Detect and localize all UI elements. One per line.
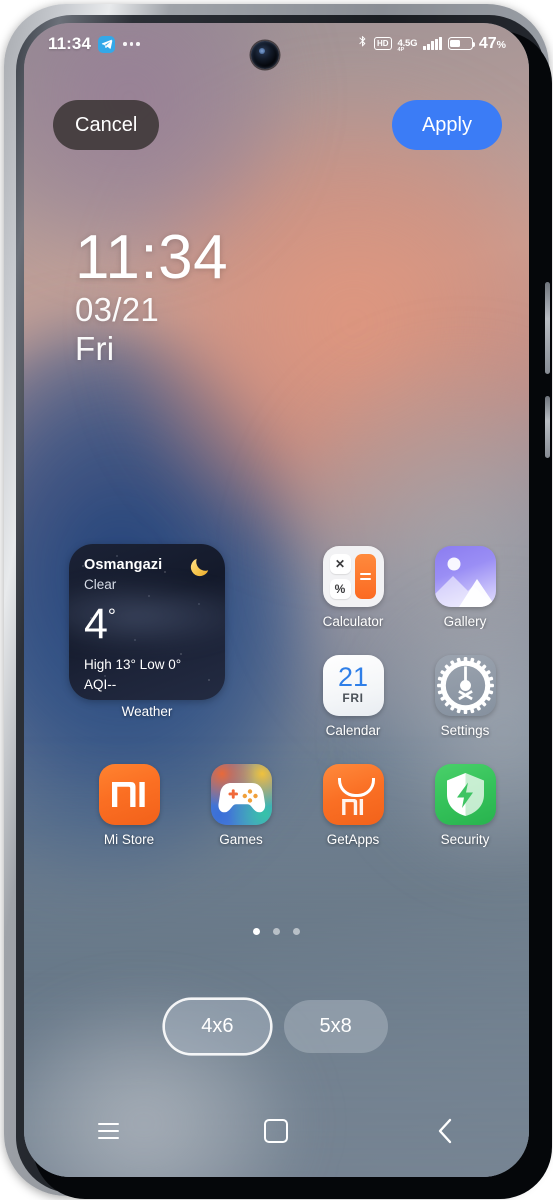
app-label: Mi Store — [103, 832, 155, 847]
phone-screen: 11:34 HD 4.5G 4P 47% Cancel Apply 11:34 … — [24, 23, 529, 1177]
gallery-icon — [434, 546, 496, 607]
weather-widget-label: Weather — [121, 704, 173, 719]
cancel-button[interactable]: Cancel — [53, 100, 160, 150]
app-label: Calculator — [322, 614, 384, 629]
home-square — [264, 1119, 289, 1143]
status-bar-clock: 11:34 — [48, 34, 92, 53]
percent-symbol: % — [496, 38, 506, 51]
battery-percent-label: 47% — [479, 35, 506, 53]
weather-city-label: Osmangazi — [84, 557, 163, 573]
calendar-day-name: FRI — [342, 691, 364, 705]
status-bar-left: 11:34 — [48, 34, 140, 54]
status-bar-right: HD 4.5G 4P 47% — [357, 33, 506, 54]
recents-lines — [97, 1122, 119, 1140]
weather-widget[interactable]: Osmangazi Clear 4° High 13° Low 0° AQI-- — [69, 544, 225, 700]
calculator-icon: ✕ % — [322, 546, 384, 607]
bluetooth-icon — [357, 33, 368, 54]
calculator-multiply-key: ✕ — [329, 554, 351, 574]
battery-icon — [447, 37, 476, 50]
more-notifications-icon — [123, 42, 140, 46]
app-label: Security — [440, 832, 490, 847]
clock-widget-weekday: Fri — [75, 330, 115, 367]
app-label: Calendar — [325, 723, 381, 738]
signal-bars-icon — [423, 37, 442, 50]
games-gamepad-icon — [210, 764, 272, 825]
app-games[interactable]: Games — [197, 764, 285, 847]
status-bar: 11:34 HD 4.5G 4P 47% — [24, 23, 529, 71]
app-getapps[interactable]: GetApps — [309, 764, 397, 847]
app-label: Games — [219, 832, 263, 847]
clock-widget-date: 03/21 — [75, 291, 160, 328]
apply-button[interactable]: Apply — [391, 100, 502, 150]
battery-percent-value: 47 — [478, 34, 497, 52]
calendar-icon: 21 FRI — [322, 655, 384, 716]
app-label: Gallery — [443, 614, 487, 629]
page-dot-3[interactable] — [293, 928, 300, 935]
getapps-bag-icon — [322, 764, 384, 825]
grid-option-4x6[interactable]: 4x6 — [165, 1000, 270, 1053]
bag-handle-icon — [337, 778, 375, 797]
mi-wordmark — [323, 799, 384, 820]
network-sub-text: 4P — [397, 46, 405, 53]
grid-option-5x8[interactable]: 5x8 — [283, 1000, 388, 1053]
page-dot-2[interactable] — [273, 928, 280, 935]
app-settings[interactable]: Settings — [421, 655, 509, 738]
phone-device: 11:34 HD 4.5G 4P 47% Cancel Apply 11:34 … — [0, 0, 553, 1200]
back-chevron-icon[interactable] — [361, 1105, 529, 1157]
weather-degree-symbol: ° — [107, 605, 116, 628]
app-label: Settings — [440, 723, 490, 738]
calculator-equals-key — [354, 554, 376, 599]
power-button[interactable] — [545, 396, 550, 458]
volume-button[interactable] — [545, 282, 550, 374]
page-dot-1[interactable] — [253, 928, 260, 935]
weather-aqi: AQI-- — [84, 677, 117, 692]
network-type-label: 4.5G 4P — [398, 39, 418, 53]
telegram-icon — [98, 35, 116, 53]
weather-temp-value: 4 — [84, 600, 108, 648]
weather-high-low: High 13° Low 0° — [84, 657, 182, 672]
calculator-keys: ✕ % — [329, 554, 351, 599]
grid-size-selector: 4x6 5x8 — [24, 1000, 529, 1053]
menu-recents-icon[interactable] — [24, 1105, 192, 1157]
app-calculator[interactable]: ✕ % Calculator — [309, 546, 397, 629]
app-label: GetApps — [326, 832, 380, 847]
page-indicator — [24, 928, 529, 935]
hd-voice-icon: HD — [373, 37, 392, 50]
calculator-percent-key: % — [329, 579, 351, 599]
app-security[interactable]: Security — [421, 764, 509, 847]
app-gallery[interactable]: Gallery — [421, 546, 509, 629]
weather-condition-label: Clear — [84, 577, 117, 592]
weather-temperature: 4° — [84, 598, 116, 650]
mi-store-icon — [98, 764, 160, 825]
equals-sign-icon — [359, 572, 371, 581]
security-shield-icon — [434, 764, 496, 825]
crescent-moon-icon — [187, 555, 212, 580]
home-square-icon[interactable] — [192, 1105, 360, 1157]
settings-gear-icon — [434, 655, 496, 716]
editor-action-bar: Cancel Apply — [24, 100, 529, 156]
clock-widget-time: 11:34 — [75, 223, 229, 292]
navigation-bar — [24, 1105, 529, 1157]
app-mi-store[interactable]: Mi Store — [85, 764, 173, 847]
calendar-day-number: 21 — [337, 662, 369, 692]
front-camera-punch-hole — [251, 41, 279, 69]
clock-widget[interactable]: 11:34 03/21 Fri — [75, 226, 228, 368]
app-calendar[interactable]: 21 FRI Calendar — [309, 655, 397, 738]
